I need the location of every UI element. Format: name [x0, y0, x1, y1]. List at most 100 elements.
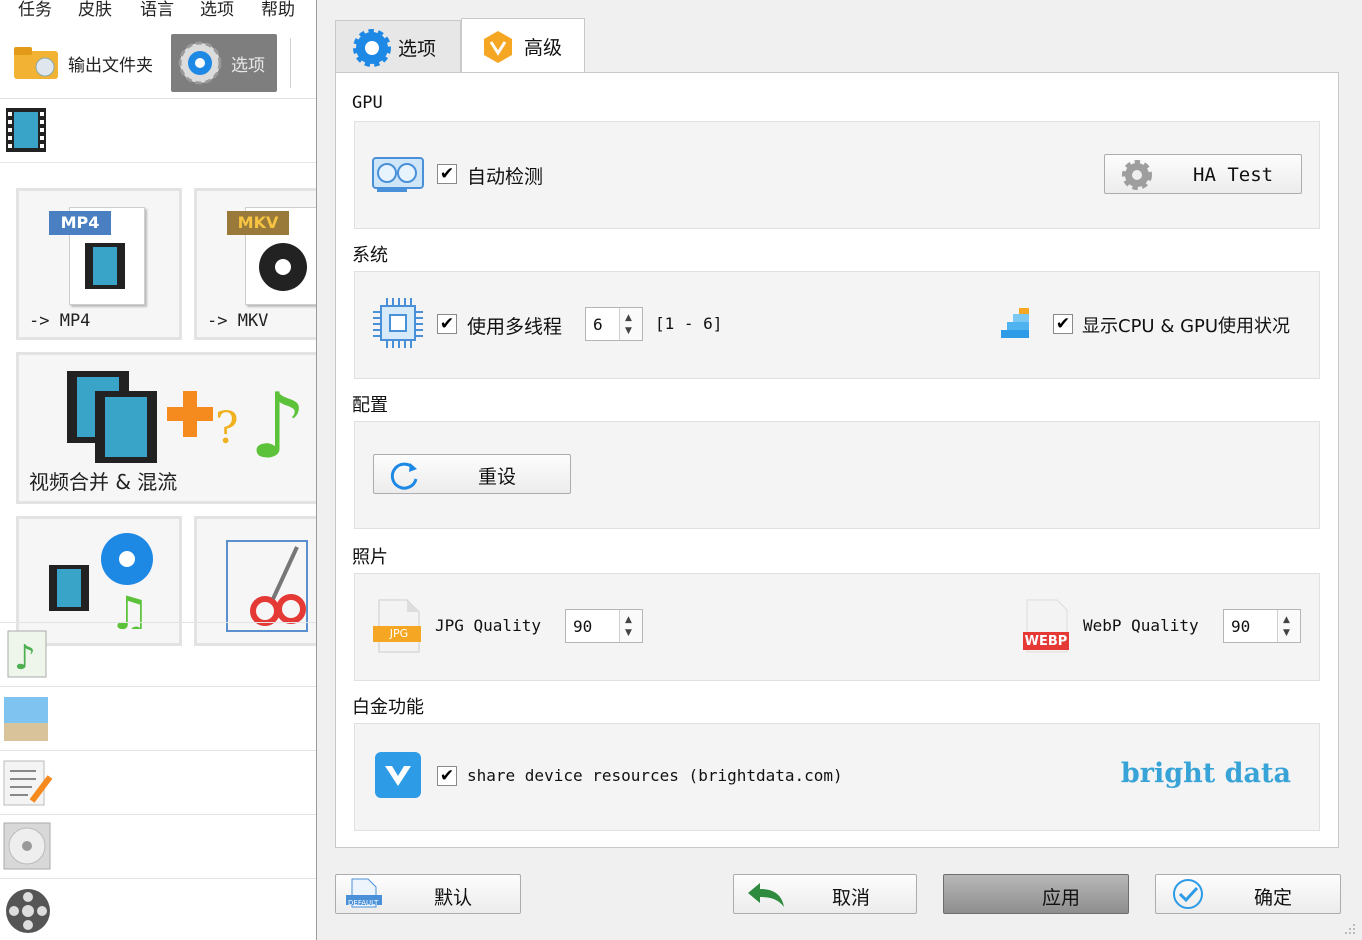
gear-icon	[178, 41, 222, 85]
chevron-down-icon[interactable]: ▼	[625, 326, 632, 336]
show-usage-checkbox[interactable]: ✔	[1053, 314, 1073, 334]
menu-skin[interactable]: 皮肤	[78, 0, 112, 20]
music-file-icon: ♪	[7, 630, 47, 678]
svg-text:♪: ♪	[14, 638, 36, 678]
mp4-badge: MP4	[49, 211, 111, 235]
reel-icon	[259, 243, 307, 291]
multithread-label: 使用多线程	[467, 316, 563, 338]
refresh-icon	[390, 462, 418, 490]
tile-video-merge[interactable]: ? ♪ 视频合并 & 混流	[16, 352, 316, 504]
group-photo: JPG JPG Quality 90 ▲ ▼ WEBP WebP Quality…	[354, 573, 1320, 681]
webp-quality-stepper[interactable]: 90 ▲ ▼	[1223, 609, 1301, 643]
default-button[interactable]: DEFAULT 默认	[335, 874, 521, 914]
share-resources-label: share device resources (brightdata.com)	[467, 766, 843, 785]
section-title-photo: 照片	[352, 547, 388, 568]
apply-button[interactable]: 应用	[943, 874, 1129, 914]
tab-advanced-label: 高级	[524, 37, 563, 59]
check-circle-icon	[1173, 879, 1203, 909]
show-usage-label: 显示CPU & GPU使用状况	[1082, 316, 1291, 337]
chevron-down-icon[interactable]: ▼	[1283, 628, 1290, 638]
ok-label: 确定	[1254, 887, 1293, 909]
stepper-arrows[interactable]: ▲ ▼	[1277, 610, 1300, 642]
mkv-badge: MKV	[227, 211, 289, 235]
brightdata-logo[interactable]: bright data	[1121, 758, 1291, 789]
gear-icon	[1122, 160, 1152, 190]
category-audio[interactable]: ♪	[0, 622, 316, 687]
gear-icon	[353, 28, 391, 67]
film-icon	[6, 108, 46, 152]
options-button[interactable]: 选项	[171, 34, 277, 92]
menu-help[interactable]: 帮助	[261, 0, 295, 20]
tile-to-mp4[interactable]: MP4 -> MP4	[16, 188, 182, 340]
jpg-quality-stepper[interactable]: 90 ▲ ▼	[565, 609, 643, 643]
tab-options[interactable]: 选项	[335, 20, 461, 74]
jpg-quality-label: JPG Quality	[435, 616, 541, 635]
main-window: 任务 皮肤 语言 选项 帮助 输出文件夹 选项 MP4 -> MP4 MKV -…	[0, 0, 316, 940]
menu-task[interactable]: 任务	[18, 0, 52, 20]
chevron-up-icon[interactable]: ▲	[625, 615, 632, 625]
section-title-gpu: GPU	[352, 93, 383, 113]
section-title-config: 配置	[352, 395, 388, 416]
reset-label: 重设	[478, 466, 517, 488]
folder-icon	[14, 47, 58, 79]
menu-language[interactable]: 语言	[140, 0, 174, 20]
options-label: 选项	[231, 55, 265, 76]
stepper-arrows[interactable]: ▲ ▼	[619, 610, 642, 642]
options-dialog: 选项 高级 GPU ✔ 自动检测 HA Test 系统 ✔ 使用多线程 6 ▲ …	[316, 0, 1362, 940]
svg-text:?: ?	[215, 403, 239, 454]
cancel-button[interactable]: 取消	[733, 874, 917, 914]
gpu-card-icon	[372, 157, 424, 192]
output-folder-label: 输出文件夹	[68, 55, 153, 76]
tile-to-mkv[interactable]: MKV -> MKV	[194, 188, 316, 340]
category-disc[interactable]	[0, 814, 316, 879]
category-utilities[interactable]	[0, 878, 316, 940]
svg-text:♪: ♪	[249, 374, 306, 475]
group-gpu: ✔ 自动检测 HA Test	[354, 121, 1320, 229]
chevron-up-icon[interactable]: ▲	[625, 313, 632, 323]
webp-quality-value: 90	[1231, 617, 1251, 636]
thread-count-stepper[interactable]: 6 ▲ ▼	[585, 307, 643, 341]
menu-options[interactable]: 选项	[200, 0, 234, 20]
chevron-up-icon[interactable]: ▲	[1283, 615, 1290, 625]
group-system: ✔ 使用多线程 6 ▲ ▼ [1 - 6] ✔ 显示CPU & GPU使用状况	[354, 271, 1320, 379]
picture-icon	[4, 697, 48, 741]
share-resources-checkbox[interactable]: ✔	[437, 766, 457, 786]
multithread-checkbox[interactable]: ✔	[437, 314, 457, 334]
stepper-arrows[interactable]: ▲ ▼	[619, 308, 642, 340]
thread-count-value: 6	[593, 315, 603, 334]
tab-advanced[interactable]: 高级	[461, 18, 585, 74]
resize-grip-icon[interactable]	[1341, 920, 1357, 936]
tile-caption: 视频合并 & 混流	[29, 470, 178, 494]
disc-icon	[3, 822, 51, 870]
apply-label: 应用	[1042, 887, 1081, 909]
brightdata-v-icon	[375, 752, 421, 798]
tile-caption: -> MP4	[29, 311, 91, 331]
output-folder-button[interactable]: 输出文件夹	[12, 34, 153, 92]
toolbar-separator	[290, 38, 291, 88]
auto-detect-checkbox[interactable]: ✔	[437, 164, 457, 184]
ha-test-label: HA Test	[1193, 164, 1274, 186]
reset-button[interactable]: 重设	[373, 454, 571, 494]
advanced-panel: GPU ✔ 自动检测 HA Test 系统 ✔ 使用多线程 6 ▲ ▼ [1 -…	[335, 72, 1339, 848]
ha-test-button[interactable]: HA Test	[1104, 154, 1302, 194]
tab-options-label: 选项	[398, 38, 437, 60]
film-icon	[85, 243, 125, 289]
section-title-system: 系统	[352, 245, 388, 266]
toolbar: 输出文件夹 选项	[0, 28, 316, 99]
cpu-chip-icon	[373, 298, 423, 348]
category-list: ♪	[0, 622, 316, 940]
document-edit-icon	[3, 760, 53, 806]
undo-arrow-icon	[748, 883, 784, 907]
category-image[interactable]	[0, 686, 316, 751]
v-badge-icon	[484, 30, 512, 63]
menu-bar: 任务 皮肤 语言 选项 帮助	[0, 0, 316, 24]
ok-button[interactable]: 确定	[1155, 874, 1341, 914]
chevron-down-icon[interactable]: ▼	[625, 628, 632, 638]
video-category[interactable]	[0, 100, 316, 163]
film-reel-icon	[6, 889, 50, 933]
group-config: 重设	[354, 421, 1320, 529]
category-document[interactable]	[0, 750, 316, 815]
jpg-badge: JPG	[389, 627, 409, 640]
thread-range-label: [1 - 6]	[655, 314, 723, 333]
auto-detect-label: 自动检测	[467, 166, 544, 188]
